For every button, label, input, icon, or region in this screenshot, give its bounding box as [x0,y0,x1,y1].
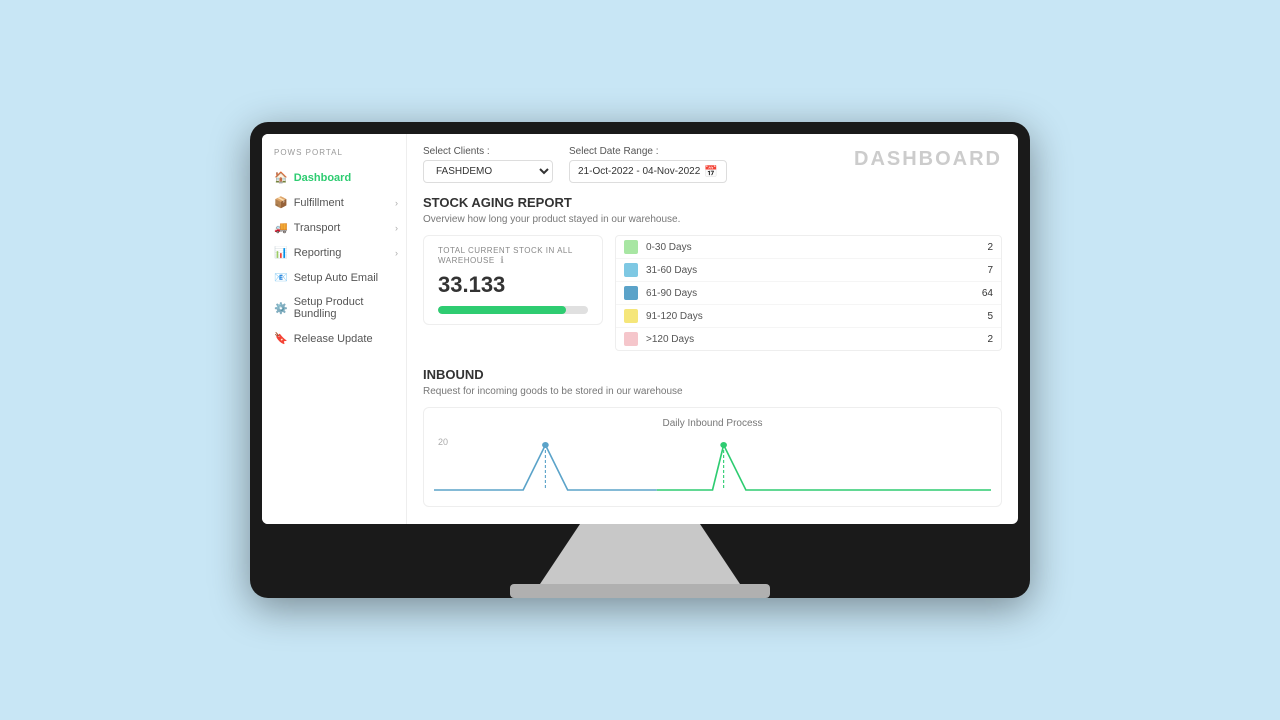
chart-y-label: 20 [438,437,448,447]
sidebar-item-transport[interactable]: 🚚 Transport › [262,215,406,240]
legend-label: 61-90 Days [646,288,973,299]
legend-label: 91-120 Days [646,311,973,322]
calendar-icon[interactable]: 📅 [704,165,718,178]
monitor: POWS PORTAL 🏠 Dashboard 📦 Fulfillment › 🚚 Tran… [250,122,1030,598]
stock-aging-subtitle: Overview how long your product stayed in… [423,214,1002,225]
legend-value: 2 [973,334,993,345]
clients-select[interactable]: FASHDEMOCLIENT2CLIENT3 [423,160,553,183]
chart-title: Daily Inbound Process [434,418,991,429]
legend-row: 31-60 Days7 [616,259,1001,282]
monitor-stand [540,524,740,584]
dashboard-icon: 🏠 [274,171,288,184]
progress-bar-bg [438,306,588,314]
sidebar: POWS PORTAL 🏠 Dashboard 📦 Fulfillment › 🚚 Tran… [262,134,407,524]
sidebar-label-dashboard: Dashboard [294,172,351,184]
fulfillment-icon: 📦 [274,196,288,209]
sidebar-label-fulfillment: Fulfillment [294,197,344,209]
date-value: 21-Oct-2022 - 04-Nov-2022 [578,166,700,177]
stock-aging-title: STOCK AGING REPORT [423,195,1002,210]
legend-row: 91-120 Days5 [616,305,1001,328]
brand-label: POWS PORTAL [262,144,406,165]
setup-product-bundling-icon: ⚙️ [274,302,288,315]
legend-color-swatch [624,240,638,254]
sidebar-label-setup-product-bundling: Setup Product Bundling [294,296,394,320]
inbound-section: INBOUND Request for incoming goods to be… [423,367,1002,507]
clients-label: Select Clients : [423,146,553,157]
legend-value: 64 [973,288,993,299]
legend-value: 7 [973,265,993,276]
sidebar-item-fulfillment[interactable]: 📦 Fulfillment › [262,190,406,215]
main-content: DASHBOARD Select Clients : FASHDEMOCLIEN… [407,134,1018,524]
progress-bar-fill [438,306,566,314]
stock-aging-section: STOCK AGING REPORT Overview how long you… [423,195,1002,351]
sidebar-label-reporting: Reporting [294,247,342,259]
sidebar-item-setup-product-bundling[interactable]: ⚙️ Setup Product Bundling [262,290,406,326]
legend-label: >120 Days [646,334,973,345]
stock-card-label: TOTAL CURRENT STOCK IN ALL WAREHOUSE ℹ [438,246,588,266]
sidebar-label-release-update: Release Update [294,333,373,345]
transport-icon: 🚚 [274,221,288,234]
monitor-base [510,584,770,598]
dashboard-title: DASHBOARD [854,148,1002,171]
inbound-chart: Daily Inbound Process 20 [423,407,1002,507]
arrow-icon-reporting: › [395,248,398,258]
legend-label: 0-30 Days [646,242,973,253]
legend-color-swatch [624,332,638,346]
legend-color-swatch [624,286,638,300]
legend-label: 31-60 Days [646,265,973,276]
sidebar-label-transport: Transport [294,222,341,234]
screen: POWS PORTAL 🏠 Dashboard 📦 Fulfillment › 🚚 Tran… [262,134,1018,524]
stock-card: TOTAL CURRENT STOCK IN ALL WAREHOUSE ℹ 3… [423,235,603,325]
arrow-icon-fulfillment: › [395,198,398,208]
legend-value: 2 [973,242,993,253]
date-filter: Select Date Range : 21-Oct-2022 - 04-Nov… [569,146,727,183]
legend-value: 5 [973,311,993,322]
sidebar-item-reporting[interactable]: 📊 Reporting › [262,240,406,265]
release-update-icon: 🔖 [274,332,288,345]
chart-area: 20 [434,435,991,505]
date-label: Select Date Range : [569,146,727,157]
inbound-title: INBOUND [423,367,1002,382]
sidebar-item-dashboard[interactable]: 🏠 Dashboard [262,165,406,190]
legend-table: 0-30 Days231-60 Days761-90 Days6491-120 … [615,235,1002,351]
arrow-icon-transport: › [395,223,398,233]
setup-auto-email-icon: 📧 [274,271,288,284]
legend-color-swatch [624,263,638,277]
legend-row: >120 Days2 [616,328,1001,350]
inbound-subtitle: Request for incoming goods to be stored … [423,386,1002,397]
reporting-icon: 📊 [274,246,288,259]
legend-color-swatch [624,309,638,323]
clients-filter: Select Clients : FASHDEMOCLIENT2CLIENT3 [423,146,553,183]
line-chart-svg [434,435,991,495]
sidebar-item-release-update[interactable]: 🔖 Release Update [262,326,406,351]
stock-content: TOTAL CURRENT STOCK IN ALL WAREHOUSE ℹ 3… [423,235,1002,351]
legend-row: 61-90 Days64 [616,282,1001,305]
sidebar-item-setup-auto-email[interactable]: 📧 Setup Auto Email [262,265,406,290]
legend-row: 0-30 Days2 [616,236,1001,259]
stock-card-value: 33.133 [438,272,588,298]
date-range-input[interactable]: 21-Oct-2022 - 04-Nov-2022 📅 [569,160,727,183]
sidebar-label-setup-auto-email: Setup Auto Email [294,272,378,284]
